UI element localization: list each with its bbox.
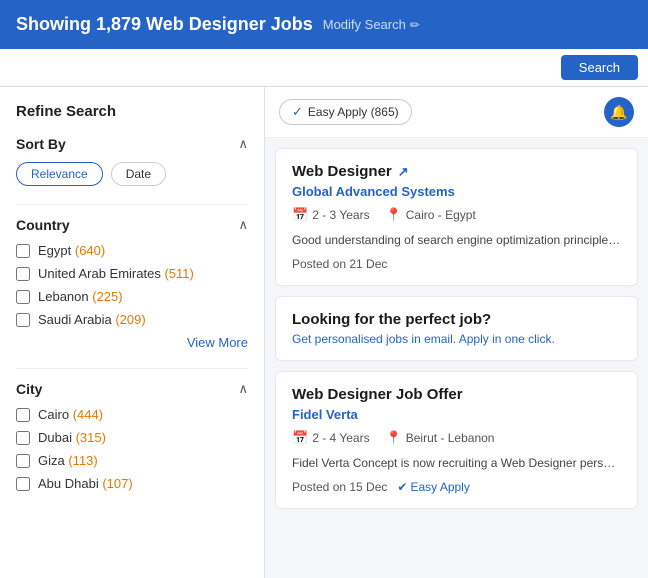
sort-by-section: Sort By ∧ Relevance Date xyxy=(16,136,248,186)
job-card[interactable]: Web Designer ↗ Global Advanced Systems 📅… xyxy=(275,148,638,286)
location-icon: 📍 xyxy=(386,207,402,223)
easy-apply-tag: ✔ Easy Apply xyxy=(397,480,469,494)
check-icon: ✓ xyxy=(292,104,303,120)
page-title: Showing 1,879 Web Designer Jobs xyxy=(16,14,313,35)
list-item: Egypt (640) xyxy=(16,243,248,258)
job-posted-date: Posted on 15 Dec ✔ Easy Apply xyxy=(292,480,621,494)
job-meta: 📅 2 - 4 Years 📍 Beirut - Lebanon xyxy=(292,430,621,446)
job-posted-date: Posted on 21 Dec xyxy=(292,257,621,271)
main-layout: Refine Search Sort By ∧ Relevance Date C… xyxy=(0,87,648,578)
sort-by-chevron-icon: ∧ xyxy=(238,136,248,152)
calendar-icon: 📅 xyxy=(292,430,308,446)
job-description: Fidel Verta Concept is now recruiting a … xyxy=(292,454,621,472)
country-section: Country ∧ Egypt (640) United Arab Emirat… xyxy=(16,217,248,350)
modify-search-link[interactable]: Modify Search ✏ xyxy=(323,17,420,32)
list-item: United Arab Emirates (511) xyxy=(16,266,248,281)
search-bar-area: Search xyxy=(0,49,648,87)
sort-by-label: Sort By xyxy=(16,136,66,152)
sort-date-button[interactable]: Date xyxy=(111,162,166,186)
country-view-more[interactable]: View More xyxy=(16,335,248,350)
job-experience: 📅 2 - 3 Years xyxy=(292,207,370,223)
job-title: Web Designer Job Offer xyxy=(292,386,621,403)
sort-relevance-button[interactable]: Relevance xyxy=(16,162,103,186)
filter-bar: ✓ Easy Apply (865) 🔔 xyxy=(265,87,648,138)
promo-card: Looking for the perfect job? Get persona… xyxy=(275,296,638,361)
check-circle-icon: ✔ xyxy=(397,480,407,494)
list-item: Giza (113) xyxy=(16,453,248,468)
list-item: Lebanon (225) xyxy=(16,289,248,304)
pencil-icon: ✏ xyxy=(410,18,420,32)
uae-checkbox[interactable] xyxy=(16,267,30,281)
sidebar: Refine Search Sort By ∧ Relevance Date C… xyxy=(0,87,265,578)
job-meta: 📅 2 - 3 Years 📍 Cairo - Egypt xyxy=(292,207,621,223)
city-chevron-icon: ∧ xyxy=(238,381,248,397)
city-header: City ∧ xyxy=(16,381,248,397)
job-location: 📍 Beirut - Lebanon xyxy=(386,430,495,446)
list-item: Dubai (315) xyxy=(16,430,248,445)
notification-bell-button[interactable]: 🔔 xyxy=(604,97,634,127)
country-label: Country xyxy=(16,217,70,233)
sidebar-title: Refine Search xyxy=(16,103,248,120)
job-card[interactable]: Web Designer Job Offer Fidel Verta 📅 2 -… xyxy=(275,371,638,509)
lebanon-checkbox[interactable] xyxy=(16,290,30,304)
promo-title: Looking for the perfect job? xyxy=(292,311,621,328)
calendar-icon: 📅 xyxy=(292,207,308,223)
city-label: City xyxy=(16,381,42,397)
city-section: City ∧ Cairo (444) Dubai (315) Giza (113… xyxy=(16,381,248,491)
giza-checkbox[interactable] xyxy=(16,454,30,468)
dubai-checkbox[interactable] xyxy=(16,431,30,445)
external-link-icon: ↗ xyxy=(398,164,409,180)
egypt-checkbox[interactable] xyxy=(16,244,30,258)
search-button[interactable]: Search xyxy=(561,55,638,80)
sort-by-header: Sort By ∧ xyxy=(16,136,248,152)
location-icon: 📍 xyxy=(386,430,402,446)
page-header: Showing 1,879 Web Designer Jobs Modify S… xyxy=(0,0,648,49)
saudi-checkbox[interactable] xyxy=(16,313,30,327)
job-title: Web Designer ↗ xyxy=(292,163,621,180)
easy-apply-filter[interactable]: ✓ Easy Apply (865) xyxy=(279,99,412,125)
job-company: Fidel Verta xyxy=(292,407,621,422)
list-item: Saudi Arabia (209) xyxy=(16,312,248,327)
job-location: 📍 Cairo - Egypt xyxy=(386,207,476,223)
job-company: Global Advanced Systems xyxy=(292,184,621,199)
country-chevron-icon: ∧ xyxy=(238,217,248,233)
job-experience: 📅 2 - 4 Years xyxy=(292,430,370,446)
bell-icon: 🔔 xyxy=(610,104,627,121)
cairo-checkbox[interactable] xyxy=(16,408,30,422)
job-description: Good understanding of search engine opti… xyxy=(292,231,621,249)
job-listing-content: ✓ Easy Apply (865) 🔔 Web Designer ↗ Glob… xyxy=(265,87,648,578)
sort-options: Relevance Date xyxy=(16,162,248,186)
country-header: Country ∧ xyxy=(16,217,248,233)
list-item: Abu Dhabi (107) xyxy=(16,476,248,491)
abudhabi-checkbox[interactable] xyxy=(16,477,30,491)
promo-description: Get personalised jobs in email. Apply in… xyxy=(292,332,621,346)
list-item: Cairo (444) xyxy=(16,407,248,422)
